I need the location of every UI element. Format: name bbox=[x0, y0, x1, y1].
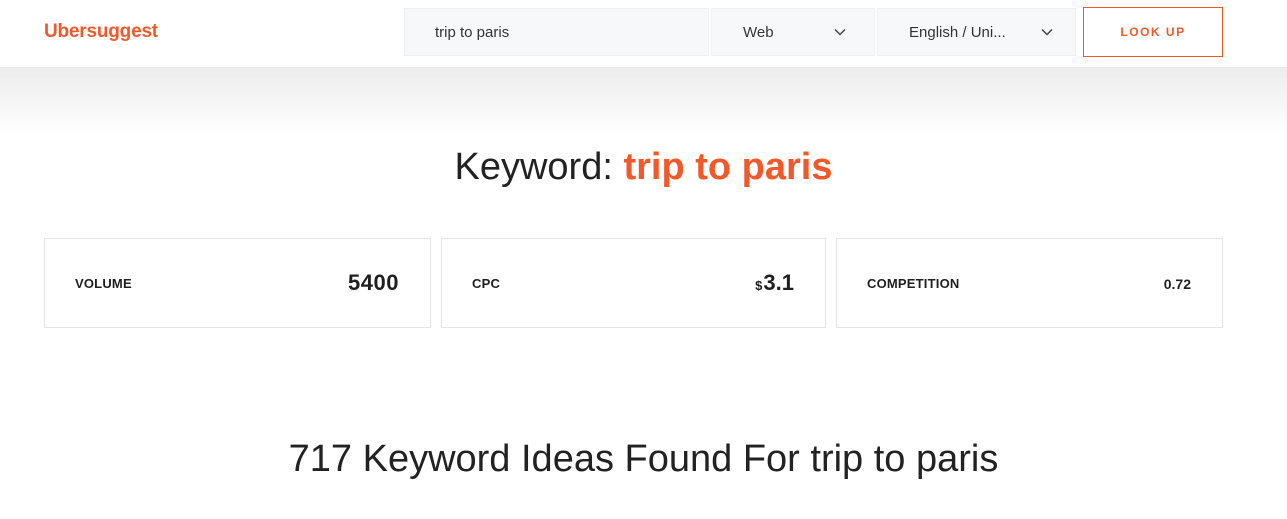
platform-select[interactable]: Web bbox=[711, 8, 875, 56]
language-select[interactable]: English / Uni... bbox=[877, 8, 1076, 56]
look-up-button[interactable]: LOOK UP bbox=[1083, 7, 1223, 57]
top-header: Ubersuggest Web English / Uni... LOOK UP bbox=[0, 0, 1287, 67]
logo[interactable]: Ubersuggest bbox=[44, 21, 158, 43]
language-select-label: English / Uni... bbox=[909, 24, 1006, 41]
cpc-value-wrap: $3.1 bbox=[755, 270, 794, 296]
volume-value: 5400 bbox=[348, 270, 399, 295]
competition-card: COMPETITION 0.72 bbox=[836, 238, 1223, 328]
keyword-heading-prefix: Keyword: bbox=[454, 146, 613, 188]
cpc-value: 3.1 bbox=[763, 270, 794, 295]
keyword-heading-term: trip to paris bbox=[623, 146, 833, 188]
keyword-heading: Keyword: trip to paris bbox=[0, 146, 1287, 189]
competition-value: 0.72 bbox=[1163, 276, 1191, 292]
chevron-down-icon bbox=[1041, 28, 1053, 36]
search-input[interactable] bbox=[435, 9, 695, 55]
chevron-down-icon bbox=[834, 28, 846, 36]
cpc-label: CPC bbox=[472, 276, 501, 291]
volume-card: VOLUME 5400 bbox=[44, 238, 431, 328]
platform-select-label: Web bbox=[743, 24, 774, 41]
keyword-ideas-heading: 717 Keyword Ideas Found For trip to pari… bbox=[288, 438, 999, 480]
search-box[interactable] bbox=[404, 8, 709, 56]
cpc-currency: $ bbox=[755, 278, 763, 293]
competition-label: COMPETITION bbox=[867, 276, 960, 291]
header-shadow bbox=[0, 67, 1287, 137]
volume-label: VOLUME bbox=[75, 276, 132, 291]
cpc-card: CPC $3.1 bbox=[441, 238, 826, 328]
